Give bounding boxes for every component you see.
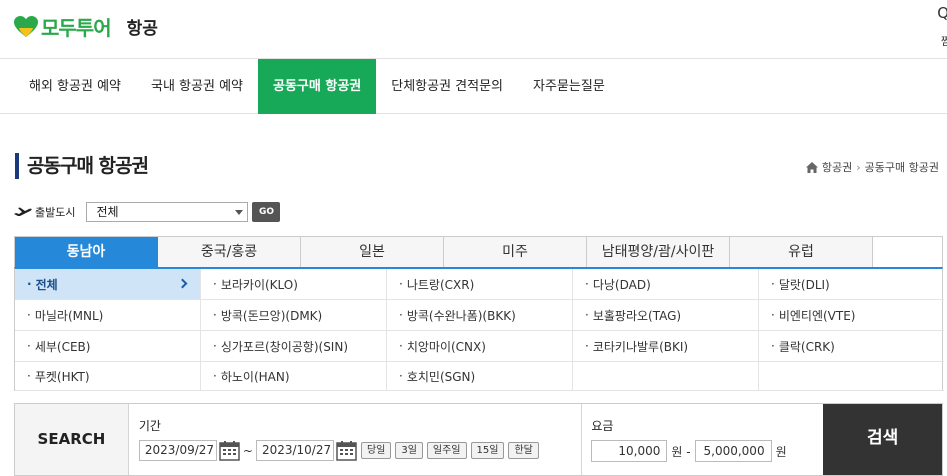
departure-city-value: 전체 (96, 205, 119, 219)
header-right-top[interactable]: Q (937, 4, 947, 22)
city-item[interactable]: · 나트랑(CXR) (387, 269, 573, 300)
chevron-down-icon (235, 210, 244, 215)
city-item[interactable]: · 치앙마이(CNX) (387, 331, 573, 362)
heart-logo-icon (14, 15, 38, 37)
header: 모두투어 항공 Q 찜 (0, 0, 947, 58)
city-item[interactable]: · 방콕(수완나폼)(BKK) (387, 300, 573, 331)
nav-faq[interactable]: 자주묻는질문 (518, 59, 620, 114)
calendar-icon[interactable] (336, 440, 357, 461)
header-right-bottom[interactable]: 찜 (941, 33, 947, 49)
search-panel: SEARCH 기간 2023/09/27 ~ 2023/10/27 당일 3일 … (14, 403, 943, 476)
fare-min-input[interactable]: 10,000 (591, 440, 668, 462)
chevron-right-icon (177, 278, 188, 289)
date-to-input[interactable]: 2023/10/27 (255, 440, 334, 461)
fare-row: 10,000 원 - 5,000,000 원 (591, 440, 823, 462)
period-row: 2023/09/27 ~ 2023/10/27 당일 3일 일주일 15일 한달 (138, 440, 582, 461)
departure-filter: 출발도시 전체 GO (14, 202, 281, 222)
main-nav: 해외 항공권 예약 국내 항공권 예약 공동구매 항공권 단체항공권 견적문의 … (0, 58, 947, 114)
chevron-right-icon: › (856, 160, 861, 174)
quick-month-button[interactable]: 한달 (508, 442, 539, 459)
city-item[interactable]: · 하노이(HAN) (201, 362, 387, 391)
fare-min-unit: 원 - (671, 444, 691, 459)
breadcrumb: 항공권 › 공동구매 항공권 (805, 159, 939, 175)
city-item[interactable]: · 세부(CEB) (15, 331, 201, 362)
date-from-input[interactable]: 2023/09/27 (138, 440, 217, 461)
tab-bar-filler (873, 237, 942, 268)
brand-name: 모두투어 (41, 16, 112, 40)
city-item[interactable]: · 달랏(DLI) (759, 269, 944, 300)
departure-city-select[interactable]: 전체 (86, 202, 249, 222)
tab-south-pacific[interactable]: 남태평양/괌/사이판 (587, 237, 730, 268)
city-item[interactable]: · 방콕(돈므앙)(DMK) (201, 300, 387, 331)
search-label: SEARCH (15, 404, 129, 475)
quick-15day-button[interactable]: 15일 (470, 442, 505, 459)
period-section: 기간 2023/09/27 ~ 2023/10/27 당일 3일 일주일 15일… (128, 404, 583, 475)
fare-max-input[interactable]: 5,000,000 (694, 440, 772, 462)
date-range-separator: ~ (242, 443, 253, 458)
city-item[interactable]: · 보라카이(KLO) (201, 269, 387, 300)
tab-americas[interactable]: 미주 (444, 237, 587, 268)
search-submit-button[interactable]: 검색 (823, 404, 943, 475)
fare-label: 요금 (591, 419, 614, 433)
city-item[interactable]: · 호치민(SGN) (387, 362, 573, 391)
breadcrumb-item-flight[interactable]: 항공권 (822, 159, 852, 175)
section-name: 항공 (126, 19, 158, 39)
page-title: 공동구매 항공권 (15, 153, 149, 179)
fare-section: 요금 10,000 원 - 5,000,000 원 (582, 404, 824, 475)
quick-week-button[interactable]: 일주일 (426, 442, 467, 459)
calendar-icon[interactable] (219, 440, 240, 461)
departure-label: 출발도시 (35, 206, 76, 219)
city-item[interactable]: · 코타키나발루(BKI) (573, 331, 759, 362)
tab-southeast-asia[interactable]: 동남아 (15, 237, 158, 268)
city-item[interactable]: · 보홀팡라오(TAG) (573, 300, 759, 331)
city-item-empty (573, 362, 759, 391)
quick-3day-button[interactable]: 3일 (395, 442, 423, 459)
tab-japan[interactable]: 일본 (301, 237, 444, 268)
city-item[interactable]: · 비엔티엔(VTE) (759, 300, 944, 331)
nav-group-quote[interactable]: 단체항공권 견적문의 (376, 59, 518, 114)
airplane-icon (14, 207, 32, 216)
home-icon[interactable] (805, 161, 818, 173)
logo[interactable]: 모두투어 항공 (14, 12, 158, 41)
nav-group-buy-flight[interactable]: 공동구매 항공권 (258, 59, 377, 114)
quick-today-button[interactable]: 당일 (360, 442, 392, 459)
region-tabs: 동남아 중국/홍콩 일본 미주 남태평양/괌/사이판 유럽 (14, 236, 943, 268)
tab-china-hongkong[interactable]: 중국/홍콩 (158, 237, 301, 268)
city-item[interactable]: · 다낭(DAD) (573, 269, 759, 300)
tab-europe[interactable]: 유럽 (730, 237, 873, 268)
city-grid: · 전체 · 보라카이(KLO) · 나트랑(CXR) · 다낭(DAD) · 달랏(DL… (14, 267, 944, 391)
nav-domestic-flight[interactable]: 국내 항공권 예약 (136, 59, 258, 114)
city-item-empty (759, 362, 944, 391)
breadcrumb-item-current: 공동구매 항공권 (864, 161, 939, 174)
fare-max-unit: 원 (775, 444, 787, 459)
city-item[interactable]: · 싱가포르(창이공항)(SIN) (201, 331, 387, 362)
city-item[interactable]: · 푸켓(HKT) (15, 362, 201, 391)
city-item-all[interactable]: · 전체 (15, 269, 201, 300)
period-label: 기간 (138, 419, 161, 433)
nav-overseas-flight[interactable]: 해외 항공권 예약 (14, 59, 136, 114)
city-item[interactable]: · 마닐라(MNL) (15, 300, 201, 331)
go-button[interactable]: GO (252, 202, 281, 222)
city-item[interactable]: · 클락(CRK) (759, 331, 944, 362)
